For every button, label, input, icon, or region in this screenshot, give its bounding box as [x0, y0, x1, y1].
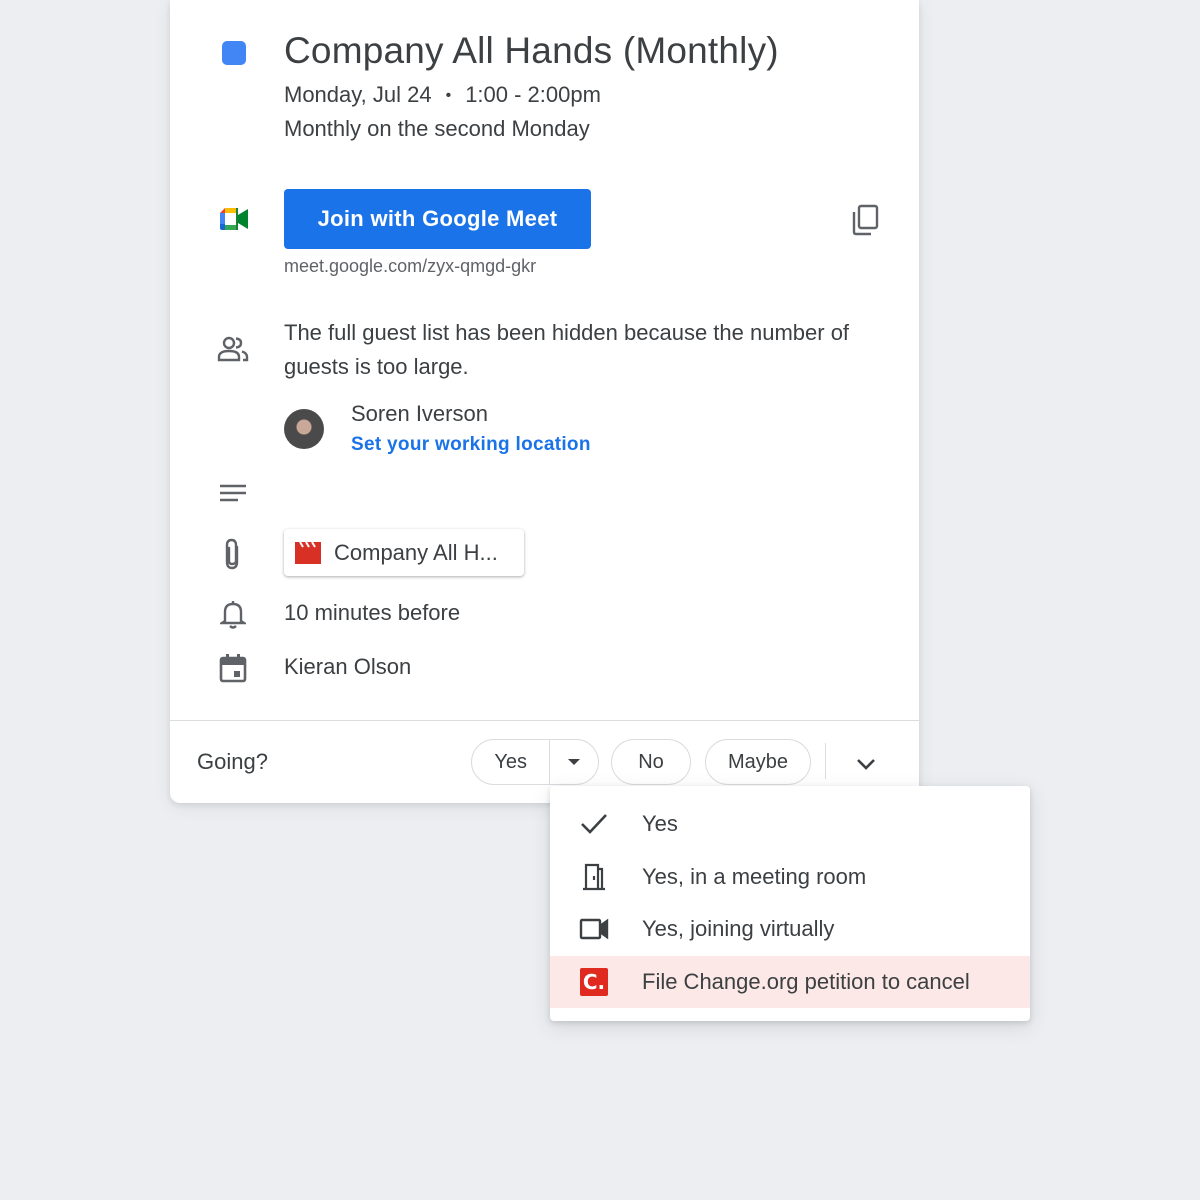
rsvp-prompt: Going?	[197, 749, 268, 774]
menu-item-label: Yes, joining virtually	[642, 916, 835, 942]
menu-item-virtual[interactable]: Yes, joining virtually	[550, 903, 1030, 956]
menu-item-label: File Change.org petition to cancel	[642, 968, 970, 994]
paperclip-icon	[218, 537, 248, 571]
join-google-meet-button[interactable]: Join with Google Meet	[284, 189, 591, 249]
rsvp-options-menu: Yes Yes, in a meeting room Yes, joining …	[550, 786, 1030, 1021]
copy-icon[interactable]	[848, 202, 882, 238]
meet-url[interactable]: meet.google.com/zyx-qmgd-gkr	[284, 256, 536, 277]
separator-dot: •	[445, 87, 452, 105]
people-icon	[216, 334, 250, 364]
event-color-indicator	[222, 41, 246, 65]
avatar	[284, 409, 324, 449]
bell-icon	[218, 598, 248, 630]
organizer-name: Kieran Olson	[284, 654, 412, 679]
attachment-chip[interactable]: Company All H...	[284, 529, 524, 576]
checkmark-icon	[579, 809, 609, 839]
google-meet-icon	[218, 203, 250, 235]
menu-item-meeting-room[interactable]: Yes, in a meeting room	[550, 851, 1030, 904]
event-time: 1:00 - 2:00pm	[465, 82, 601, 107]
divider	[825, 743, 826, 779]
rsvp-yes-dropdown-button[interactable]	[550, 740, 598, 784]
attachment-label: Company All H...	[334, 539, 498, 565]
change-org-logo-mark: C.	[580, 967, 608, 996]
rsvp-maybe-button[interactable]: Maybe	[705, 739, 811, 785]
reminder-text: 10 minutes before	[284, 600, 461, 625]
event-datetime: Monday, Jul 24 • 1:00 - 2:00pm	[284, 82, 601, 108]
divider	[170, 720, 919, 721]
guest-name: Soren Iverson	[351, 401, 488, 426]
menu-item-label: Yes	[642, 811, 678, 837]
event-date: Monday, Jul 24	[284, 82, 432, 107]
chevron-down-icon[interactable]	[850, 750, 882, 778]
door-icon	[579, 862, 609, 892]
guest-list-notice: The full guest list has been hidden beca…	[284, 320, 850, 379]
rsvp-no-button[interactable]: No	[611, 739, 691, 785]
video-clapper-icon	[294, 540, 322, 565]
description-icon	[218, 480, 248, 506]
menu-item-yes[interactable]: Yes	[550, 798, 1030, 851]
video-camera-icon	[579, 914, 609, 944]
change-org-logo: C.	[579, 967, 609, 997]
event-recurrence: Monthly on the second Monday	[284, 116, 590, 141]
caret-down-icon	[568, 759, 581, 765]
set-working-location-link[interactable]: Set your working location	[351, 434, 591, 456]
menu-item-change-org-petition[interactable]: C. File Change.org petition to cancel	[550, 955, 1030, 1008]
rsvp-yes-split-button: Yes	[471, 739, 599, 785]
event-details-card: Company All Hands (Monthly) Monday, Jul …	[170, 0, 919, 803]
event-title: Company All Hands (Monthly)	[284, 30, 779, 71]
menu-item-label: Yes, in a meeting room	[642, 863, 867, 889]
rsvp-yes-button[interactable]: Yes	[472, 740, 551, 784]
calendar-icon	[218, 652, 248, 684]
